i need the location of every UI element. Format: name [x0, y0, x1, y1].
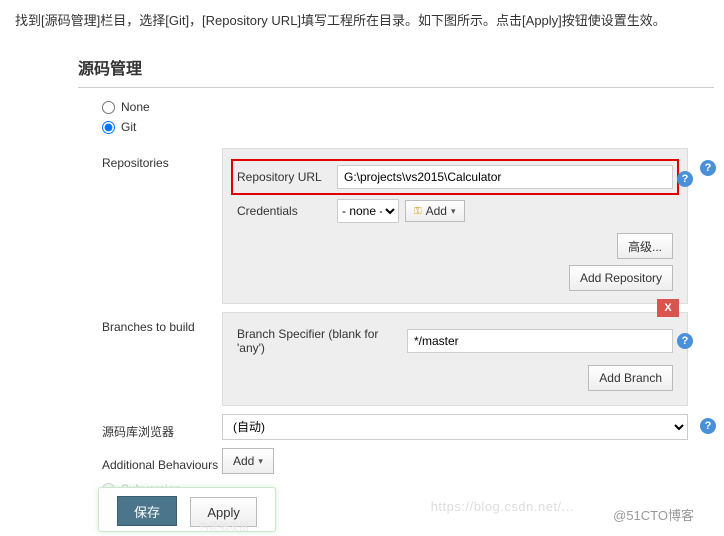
repositories-label: Repositories [102, 148, 222, 170]
help-icon[interactable]: ? [677, 171, 693, 187]
add-behaviour-label: Add [233, 454, 254, 468]
behaviours-label: Additional Behaviours [102, 450, 222, 472]
repositories-row: Repositories ? Repository URL ? Credenti… [78, 148, 714, 304]
repo-url-input[interactable] [337, 165, 673, 189]
faint-watermark: https://blog.csdn.net/... [431, 499, 574, 514]
scm-radio-group: None Git [78, 100, 714, 134]
repo-buttons-2: Add Repository [237, 265, 673, 291]
radio-git[interactable] [102, 121, 115, 134]
scm-option-git[interactable]: Git [102, 120, 714, 134]
add-cred-label: Add [426, 204, 447, 218]
branch-specifier-input[interactable] [407, 329, 673, 353]
add-branch-button[interactable]: Add Branch [588, 365, 673, 391]
chevron-down-icon: ▾ [258, 456, 263, 467]
credentials-label: Credentials [237, 204, 337, 218]
save-button[interactable]: 保存 [117, 496, 177, 526]
branches-label: Branches to build [102, 312, 222, 334]
page-instruction: 找到[源码管理]栏目，选择[Git]，[Repository URL]填写工程所… [0, 0, 724, 49]
repo-browser-select[interactable]: (自动) [222, 414, 688, 440]
repo-buttons: 高级... [237, 233, 673, 259]
browser-row: 源码库浏览器 (自动) ? [78, 414, 714, 440]
action-bar: 保存 Apply 构建触发器 [98, 487, 276, 532]
repo-url-label: Repository URL [237, 170, 337, 184]
section-title: 源码管理 [78, 49, 714, 88]
add-behaviour-button[interactable]: Add ▾ [222, 448, 274, 474]
radio-git-label: Git [121, 120, 136, 134]
chevron-down-icon: ▾ [451, 206, 456, 217]
branch-buttons: Add Branch [237, 365, 673, 391]
repo-url-row: Repository URL ? [237, 165, 673, 189]
help-icon[interactable]: ? [700, 418, 716, 434]
add-credentials-button[interactable]: ⚿ Add ▾ [405, 200, 465, 222]
scm-panel: 源码管理 None Git Repositories ? Repository … [78, 49, 714, 496]
help-icon[interactable]: ? [677, 333, 693, 349]
repositories-box: Repository URL ? Credentials - none - ⚿ … [222, 148, 688, 304]
branch-specifier-label: Branch Specifier (blank for 'any') [237, 327, 407, 355]
behaviours-row: Additional Behaviours Add ▾ [78, 448, 714, 474]
radio-none-label: None [121, 100, 150, 114]
browser-label: 源码库浏览器 [102, 415, 222, 440]
watermark: @51CTO博客 [613, 505, 694, 524]
radio-none[interactable] [102, 101, 115, 114]
branches-row: Branches to build X Branch Specifier (bl… [78, 312, 714, 406]
key-icon: ⚿ [414, 206, 422, 217]
scm-option-none[interactable]: None [102, 100, 714, 114]
help-icon[interactable]: ? [700, 160, 716, 176]
credentials-row: Credentials - none - ⚿ Add ▾ [237, 199, 673, 223]
advanced-button[interactable]: 高级... [617, 233, 673, 259]
delete-branch-button[interactable]: X [657, 299, 679, 317]
branch-spec-row: Branch Specifier (blank for 'any') ? [237, 327, 673, 355]
faded-text: 构建触发器 [199, 518, 249, 533]
branches-box: X Branch Specifier (blank for 'any') ? A… [222, 312, 688, 406]
credentials-select[interactable]: - none - [337, 199, 399, 223]
add-repository-button[interactable]: Add Repository [569, 265, 673, 291]
